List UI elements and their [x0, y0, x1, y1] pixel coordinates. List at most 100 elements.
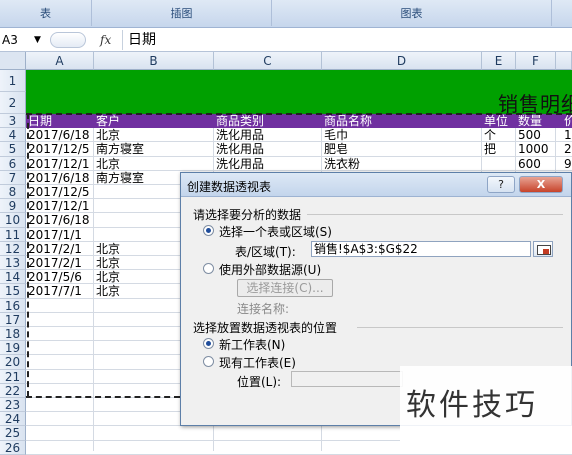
row-header-20[interactable]: 20 [0, 355, 26, 370]
column-header-d[interactable]: D [322, 52, 482, 70]
cell-price-row-6[interactable]: 9 [564, 157, 572, 171]
cell-date-row-10[interactable]: 2017/6/18 [28, 213, 90, 227]
column-header-f[interactable]: F [516, 52, 556, 70]
cell-customer-row-5[interactable]: 南方寝室 [96, 142, 144, 156]
row-header-1[interactable]: 1 [0, 70, 26, 92]
column-header-g[interactable] [556, 52, 572, 70]
header-customer[interactable]: 客户 [96, 114, 120, 128]
row-header-23[interactable]: 23 [0, 398, 26, 413]
row-header-5[interactable]: 5 [0, 142, 26, 157]
row-header-8[interactable]: 8 [0, 185, 26, 200]
cell-date-row-9[interactable]: 2017/12/1 [28, 199, 90, 213]
cell-customer-row-13[interactable]: 北京 [96, 256, 120, 270]
cell-category-row-6[interactable]: 洗化用品 [216, 157, 264, 171]
row-header-14[interactable]: 14 [0, 270, 26, 285]
cell-customer-row-7[interactable]: 南方寝室 [96, 171, 144, 185]
location-input[interactable] [291, 371, 403, 387]
name-box-dropdown-icon[interactable]: ▼ [34, 30, 41, 50]
cell-unit-row-4[interactable]: 个 [484, 128, 496, 142]
fx-icon[interactable]: fx [100, 30, 111, 50]
cell-customer-row-12[interactable]: 北京 [96, 242, 120, 256]
row-header-7[interactable]: 7 [0, 170, 26, 185]
copy-marquee-top [26, 113, 572, 115]
row-header-25[interactable]: 25 [0, 426, 26, 441]
row-header-2[interactable]: 2 [0, 92, 26, 114]
cell-customer-row-14[interactable]: 北京 [96, 270, 120, 284]
row-header-10[interactable]: 10 [0, 213, 26, 228]
cell-quantity-row-4[interactable]: 500 [518, 128, 541, 142]
cell-customer-row-6[interactable]: 北京 [96, 157, 120, 171]
header-quantity[interactable]: 数量 [518, 114, 542, 128]
cell-customer-row-4[interactable]: 北京 [96, 128, 120, 142]
cell-date-row-11[interactable]: 2017/1/1 [28, 228, 82, 242]
label-existing-worksheet[interactable]: 现有工作表(E) [219, 354, 296, 371]
row-header-13[interactable]: 13 [0, 256, 26, 271]
row-header-16[interactable]: 16 [0, 298, 26, 313]
header-category[interactable]: 商品类别 [216, 114, 264, 128]
label-new-worksheet[interactable]: 新工作表(N) [219, 336, 285, 353]
column-header-b[interactable]: B [94, 52, 214, 70]
cell-date-row-5[interactable]: 2017/12/5 [28, 142, 90, 156]
ribbon-group-charts[interactable]: 图表 [272, 0, 552, 26]
row-header-12[interactable]: 12 [0, 241, 26, 256]
row-header-9[interactable]: 9 [0, 199, 26, 214]
label-select-range[interactable]: 选择一个表或区域(S) [219, 223, 332, 240]
cell-quantity-row-6[interactable]: 600 [518, 157, 541, 171]
header-unit[interactable]: 单位 [484, 114, 508, 128]
row-header-4[interactable]: 4 [0, 128, 26, 143]
cell-unit-row-5[interactable]: 把 [484, 142, 496, 156]
cell-date-row-13[interactable]: 2017/2/1 [28, 256, 82, 270]
formula-input[interactable]: 日期 [128, 30, 156, 50]
range-picker-icon[interactable] [533, 241, 553, 257]
radio-new-worksheet[interactable] [203, 338, 214, 349]
watermark-text: 软件技巧 [406, 388, 538, 423]
radio-select-range[interactable] [203, 225, 214, 236]
label-external-source[interactable]: 使用外部数据源(U) [219, 261, 321, 278]
cell-date-row-8[interactable]: 2017/12/5 [28, 185, 90, 199]
cell-category-row-5[interactable]: 洗化用品 [216, 142, 264, 156]
dialog-titlebar[interactable]: 创建数据透视表 ? X [181, 173, 571, 197]
row-header-26[interactable]: 26 [0, 440, 26, 455]
row-header-18[interactable]: 18 [0, 327, 26, 342]
cell-price-row-4[interactable]: 1 [564, 128, 572, 142]
cell-date-row-4[interactable]: 2017/6/18 [28, 128, 90, 142]
row-header-17[interactable]: 17 [0, 312, 26, 327]
header-product-name[interactable]: 商品名称 [324, 114, 372, 128]
header-price[interactable]: 价 [564, 114, 572, 128]
radio-external-source[interactable] [203, 263, 214, 274]
header-date[interactable]: 日期 [28, 114, 52, 128]
row-header-15[interactable]: 15 [0, 284, 26, 299]
select-all-corner[interactable] [0, 52, 26, 70]
cell-price-row-5[interactable]: 2 [564, 142, 572, 156]
row-header-6[interactable]: 6 [0, 156, 26, 171]
column-header-a[interactable]: A [26, 52, 94, 70]
cell-date-row-7[interactable]: 2017/6/18 [28, 171, 90, 185]
table-range-input[interactable]: 销售!$A$3:$G$22 [311, 241, 531, 257]
row-header-3[interactable]: 3 [0, 114, 26, 129]
cell-date-row-14[interactable]: 2017/5/6 [28, 270, 82, 284]
row-header-11[interactable]: 11 [0, 227, 26, 242]
cell-product-row-6[interactable]: 洗衣粉 [324, 157, 360, 171]
formula-bar-divider [122, 30, 123, 50]
row-header-24[interactable]: 24 [0, 412, 26, 427]
close-button[interactable]: X [519, 176, 563, 193]
row-header-19[interactable]: 19 [0, 341, 26, 356]
cell-date-row-15[interactable]: 2017/7/1 [28, 284, 82, 298]
row-header-21[interactable]: 21 [0, 369, 26, 384]
cell-customer-row-15[interactable]: 北京 [96, 284, 120, 298]
column-header-e[interactable]: E [482, 52, 516, 70]
choose-connection-button[interactable]: 选择连接(C)... [237, 279, 333, 297]
ribbon-group-illustrations[interactable]: 插图 [92, 0, 272, 26]
cell-category-row-4[interactable]: 洗化用品 [216, 128, 264, 142]
row-header-22[interactable]: 22 [0, 383, 26, 398]
cell-date-row-6[interactable]: 2017/12/1 [28, 157, 90, 171]
column-header-c[interactable]: C [214, 52, 322, 70]
cell-product-row-4[interactable]: 毛巾 [324, 128, 348, 142]
cell-product-row-5[interactable]: 肥皂 [324, 142, 348, 156]
help-button[interactable]: ? [487, 176, 515, 193]
cell-quantity-row-5[interactable]: 1000 [518, 142, 549, 156]
formula-bar-resize-handle[interactable] [50, 32, 86, 48]
radio-existing-worksheet[interactable] [203, 356, 214, 367]
ribbon-group-table[interactable]: 表 [0, 0, 92, 26]
cell-date-row-12[interactable]: 2017/2/1 [28, 242, 82, 256]
